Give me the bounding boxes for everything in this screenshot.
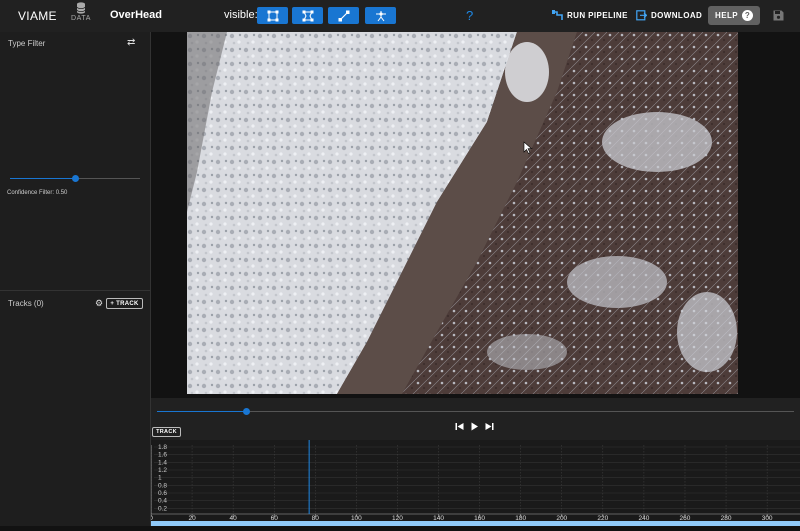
timeline-y-tick-label: 0.8 [158,482,167,489]
database-icon [76,2,86,14]
timeline-y-tick-label: 0.4 [158,498,167,505]
aerial-image-graphic [187,32,738,394]
top-bar: VIAME DATA OverHead visible: ? RUN PIPEL… [0,0,800,32]
frame-slider-fill [157,411,247,412]
playback-buttons [455,422,494,431]
play-icon[interactable] [470,422,479,431]
confidence-slider-thumb[interactable] [71,175,79,182]
dataset-name: OverHead [110,9,162,21]
timeline-x-tick-label: 120 [392,515,403,522]
save-icon[interactable] [773,10,784,21]
aerial-image[interactable] [187,32,738,394]
pipeline-icon [552,10,563,20]
tracks-panel: Tracks (0) ⚙ + TRACK [0,290,150,526]
timeline-x-tick-label: 220 [597,515,608,522]
timeline-x-tick-label: 80 [312,515,320,522]
download-icon [636,10,647,21]
timeline[interactable]: 1.81.61.41.210.80.60.40.2 0 20 40 60 80 100 120… [149,440,800,526]
type-filter-title: Type Filter [8,39,46,48]
data-label: DATA [70,15,92,22]
app-title[interactable]: VIAME [18,9,57,23]
timeline-x-tick-label: 60 [271,515,279,522]
skip-previous-icon[interactable] [455,422,464,431]
bounding-box-icon [267,10,278,21]
frame-slider-track[interactable] [157,411,794,412]
confidence-slider-fill [10,178,75,179]
timeline-x-tick-label: 200 [556,515,567,522]
toggle-polygon-button[interactable] [292,7,323,24]
add-track-button[interactable]: + TRACK [106,298,143,309]
timeline-x-tick-label: 140 [433,515,444,522]
help-button[interactable]: HELP ? [708,6,760,25]
timeline-y-tick-label: 0.6 [158,490,167,497]
timeline-x-tick-label: 20 [188,515,196,522]
timeline-x-tick-label: 240 [638,515,649,522]
timeline-x-tick-label: 160 [474,515,485,522]
timeline-y-tick-label: 1 [158,475,162,482]
timeline-x-tick-label: 300 [762,515,773,522]
tracks-title: Tracks (0) [8,299,44,308]
timeline-x-tick-label: 40 [230,515,238,522]
toggle-keypoint-button[interactable] [365,7,396,24]
timeline-y-tick-label: 1.8 [158,444,167,451]
timeline-y-tick-label: 1.2 [158,467,167,474]
timeline-x-tick-label: 180 [515,515,526,522]
line-icon [338,10,349,21]
skip-next-icon[interactable] [485,422,494,431]
timeline-x-tick-label: 260 [680,515,691,522]
download-label: DOWNLOAD [651,11,703,20]
timeline-y-tick-label: 1.6 [158,452,167,459]
timeline-x-tick-label: 100 [351,515,362,522]
swap-icon[interactable]: ⇄ [127,37,135,48]
data-button[interactable]: DATA [66,2,96,30]
polygon-icon [302,10,313,21]
sidebar: Type Filter ⇄ Confidence Filter: 0.50 Tr… [0,32,151,526]
gear-icon[interactable]: ⚙ [95,298,103,309]
timeline-y-tick-label: 1.4 [158,459,167,466]
help-question-icon[interactable]: ? [466,8,473,23]
toggle-line-button[interactable] [328,7,359,24]
timeline-x-tick-label: 0 [151,515,153,522]
timeline-chart[interactable]: 1.81.61.41.210.80.60.40.2 0 20 40 60 80 100 120… [149,440,800,526]
download-button[interactable]: DOWNLOAD [636,10,702,21]
timeline-y-tick-label: 0.2 [158,505,167,512]
keypoint-icon [375,10,386,21]
visible-label: visible: [224,9,258,21]
help-circle-icon: ? [741,10,753,21]
confidence-filter-label: Confidence Filter: 0.50 [7,190,68,196]
timeline-x-tick-label: 280 [721,515,732,522]
run-pipeline-button[interactable]: RUN PIPELINE [552,10,628,21]
frame-slider-thumb[interactable] [242,408,250,415]
timeline-range-bar [151,521,800,526]
playback-controls: TRACK [151,398,800,440]
track-toggle-button[interactable]: TRACK [152,427,181,437]
image-viewer[interactable] [151,32,800,398]
toggle-bounding-box-button[interactable] [257,7,288,24]
run-pipeline-label: RUN PIPELINE [567,11,628,20]
help-label: HELP [715,11,738,20]
